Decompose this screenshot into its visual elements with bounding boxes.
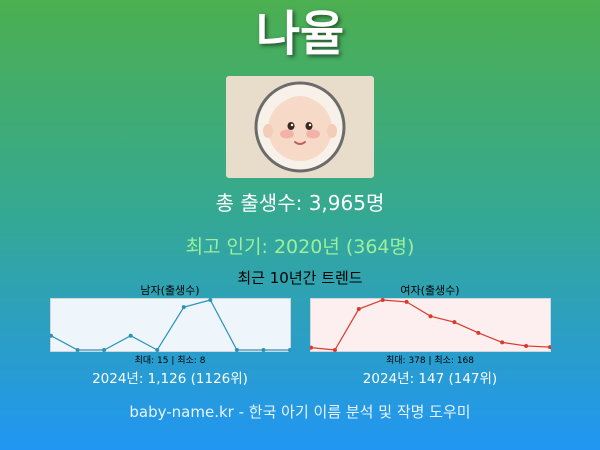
female-data-point[interactable]	[500, 340, 505, 345]
female-data-point[interactable]	[524, 343, 529, 348]
male-data-point[interactable]	[128, 333, 133, 338]
male-data-point[interactable]	[234, 348, 239, 352]
peak-popularity: 최고 인기: 2020년 (364명)	[185, 236, 415, 258]
female-rank-2024: 2024년: 147 (147위)	[362, 371, 498, 387]
female-data-point[interactable]	[404, 299, 409, 304]
male-chart-label: 남자(출생수)	[140, 284, 200, 297]
baby-name-title: 나율	[255, 6, 345, 62]
male-data-point[interactable]	[181, 305, 186, 310]
female-chart-background	[310, 298, 551, 352]
female-data-point[interactable]	[452, 320, 457, 325]
female-chart-label: 여자(출생수)	[400, 284, 460, 297]
female-data-point[interactable]	[380, 298, 385, 302]
site-footer[interactable]: baby-name.kr - 한국 아기 이름 분석 및 작명 도우미	[0, 402, 600, 422]
female-data-point[interactable]	[356, 307, 361, 312]
baby-avatar	[226, 76, 374, 178]
male-trend-chart	[50, 298, 291, 352]
male-data-point[interactable]	[155, 348, 160, 352]
male-rank-2024: 2024년: 1,126 (1126위)	[92, 371, 248, 387]
male-data-point[interactable]	[208, 298, 213, 302]
female-data-point[interactable]	[332, 348, 337, 352]
female-data-point[interactable]	[476, 330, 481, 335]
male-data-point[interactable]	[102, 348, 107, 352]
male-data-point[interactable]	[261, 348, 266, 352]
female-trend-chart	[310, 298, 551, 352]
male-chart-background	[50, 298, 291, 352]
male-data-point[interactable]	[75, 348, 80, 352]
female-data-point[interactable]	[428, 314, 433, 319]
total-births: 총 출생수: 3,965명	[215, 191, 385, 215]
male-minmax: 최대: 15 | 최소: 8	[134, 356, 206, 366]
female-minmax: 최대: 378 | 최소: 168	[385, 356, 475, 366]
baby-face-icon	[254, 81, 346, 173]
